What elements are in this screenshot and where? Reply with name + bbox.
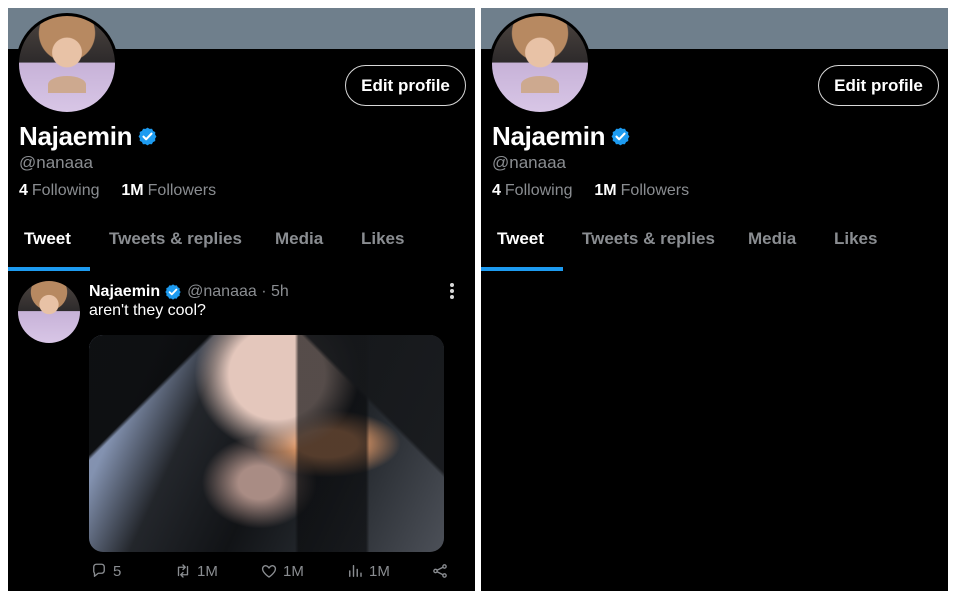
- profile-avatar[interactable]: [16, 13, 118, 115]
- like-button[interactable]: 1M: [260, 562, 304, 580]
- profile-stats: 4 Following 1M Followers: [492, 182, 689, 200]
- retweet-count: 1M: [197, 562, 218, 580]
- following-link[interactable]: 4 Following: [19, 182, 104, 199]
- followers-count: 1M: [121, 182, 144, 199]
- profile-stats: 4 Following 1M Followers: [19, 182, 216, 200]
- profile-avatar[interactable]: [489, 13, 591, 115]
- profile-panel-left: Edit profile Najaemin @nanaaa 4 Following…: [8, 8, 475, 591]
- tab-likes[interactable]: Likes: [361, 229, 404, 249]
- tweet-author[interactable]: Najaemin: [89, 283, 160, 301]
- active-tab-indicator: [481, 267, 563, 271]
- share-icon: [433, 564, 447, 578]
- views-count: 1M: [369, 562, 390, 580]
- following-label: Following: [504, 182, 573, 199]
- followers-count: 1M: [594, 182, 617, 199]
- tab-tweet[interactable]: Tweet: [24, 229, 71, 249]
- followers-label: Followers: [147, 182, 217, 199]
- tweet-header: Najaemin @nanaaa · 5h: [89, 283, 289, 301]
- retweet-icon: [177, 564, 189, 578]
- views-button[interactable]: 1M: [346, 562, 390, 580]
- more-options-icon[interactable]: [446, 283, 458, 299]
- reply-button[interactable]: 5: [90, 562, 121, 580]
- profile-tabs: Tweet Tweets & replies Media Likes: [481, 229, 948, 271]
- like-count: 1M: [283, 562, 304, 580]
- profile-name: Najaemin: [19, 121, 133, 151]
- tab-media[interactable]: Media: [275, 229, 323, 249]
- verified-badge-icon: [165, 284, 181, 300]
- verified-badge-icon: [611, 127, 630, 146]
- followers-label: Followers: [620, 182, 690, 199]
- following-count: 4: [492, 182, 501, 199]
- media-image-shadow: [89, 335, 444, 552]
- tweet-avatar[interactable]: [18, 281, 80, 343]
- tweet-text: aren't they cool?: [89, 302, 206, 319]
- tab-tweets-replies[interactable]: Tweets & replies: [582, 229, 715, 249]
- following-label: Following: [31, 182, 100, 199]
- edit-profile-button[interactable]: Edit profile: [345, 65, 466, 106]
- profile-panel-right: Edit profile Najaemin @nanaaa 4 Following…: [481, 8, 948, 591]
- profile-name: Najaemin: [492, 121, 606, 151]
- analytics-icon: [349, 565, 362, 577]
- tab-media[interactable]: Media: [748, 229, 796, 249]
- profile-name-row: Najaemin: [19, 121, 158, 152]
- tab-tweets-replies[interactable]: Tweets & replies: [109, 229, 242, 249]
- verified-badge-icon: [138, 127, 157, 146]
- tab-likes[interactable]: Likes: [834, 229, 877, 249]
- profile-handle: @nanaaa: [492, 153, 566, 172]
- tweet-meta: @nanaaa · 5h: [187, 283, 289, 300]
- reply-count: 5: [113, 562, 122, 580]
- followers-link[interactable]: 1M Followers: [121, 182, 216, 199]
- profile-name-row: Najaemin: [492, 121, 631, 152]
- profile-handle: @nanaaa: [19, 153, 93, 172]
- edit-profile-button[interactable]: Edit profile: [818, 65, 939, 106]
- reply-icon: [93, 563, 105, 577]
- retweet-button[interactable]: 1M: [174, 562, 218, 580]
- followers-link[interactable]: 1M Followers: [594, 182, 689, 199]
- tab-tweet[interactable]: Tweet: [497, 229, 544, 249]
- following-count: 4: [19, 182, 28, 199]
- share-button[interactable]: [431, 562, 454, 580]
- tweet-media-image[interactable]: [89, 335, 444, 552]
- following-link[interactable]: 4 Following: [492, 182, 577, 199]
- active-tab-indicator: [8, 267, 90, 271]
- profile-tabs: Tweet Tweets & replies Media Likes: [8, 229, 475, 271]
- heart-icon: [261, 565, 277, 578]
